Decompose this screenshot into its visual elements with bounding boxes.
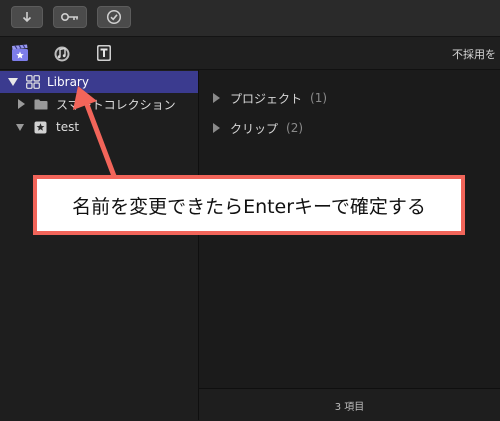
item-count: 3 項目 [334,401,365,413]
library-sidebar: Library スマートコレクション test [0,70,199,420]
music-notes-icon[interactable] [53,44,71,62]
library-grid-icon [26,75,40,89]
disclosure-triangle-icon[interactable] [16,124,24,131]
clapperboard-star-icon[interactable] [11,44,29,62]
browser-tab-bar: 不採用を [0,37,500,70]
clip-filter-menu[interactable]: 不採用を [452,46,500,62]
library-name[interactable]: Library [47,75,89,89]
analyze-button[interactable] [97,6,131,28]
group-label: プロジェクト [230,91,303,106]
title-t-icon[interactable] [95,44,113,62]
event-name[interactable]: test [56,120,79,134]
annotation-callout: 名前を変更できたらEnterキーで確定する [33,175,465,235]
group-count: (1) [310,91,328,105]
sidebar-item-event-test[interactable]: test [0,116,198,138]
annotation-text: 名前を変更できたらEnterキーで確定する [72,195,426,218]
group-count: (2) [286,121,304,135]
disclosure-triangle-icon[interactable] [213,123,220,133]
disclosure-triangle-icon[interactable] [213,93,220,103]
sidebar-item-library[interactable]: Library [0,71,198,93]
keywords-button[interactable] [53,6,87,28]
download-arrow-icon [22,12,32,23]
group-projects[interactable]: プロジェクト (1) [213,89,327,107]
checkmark-circle-icon [106,9,122,25]
disclosure-triangle-icon[interactable] [18,99,25,109]
key-icon [60,12,78,22]
group-label: クリップ [230,121,279,136]
sidebar-item-smart-collections[interactable]: スマートコレクション [0,93,198,115]
toolbar [0,0,500,37]
folder-icon [34,99,48,110]
smart-collections-label: スマートコレクション [56,97,176,112]
event-star-icon [34,121,47,134]
group-clips[interactable]: クリップ (2) [213,119,303,137]
import-button[interactable] [11,6,43,28]
disclosure-triangle-icon[interactable] [8,78,18,86]
browser-content: プロジェクト (1) クリップ (2) [199,70,500,420]
status-bar: 3 項目 [199,388,500,421]
